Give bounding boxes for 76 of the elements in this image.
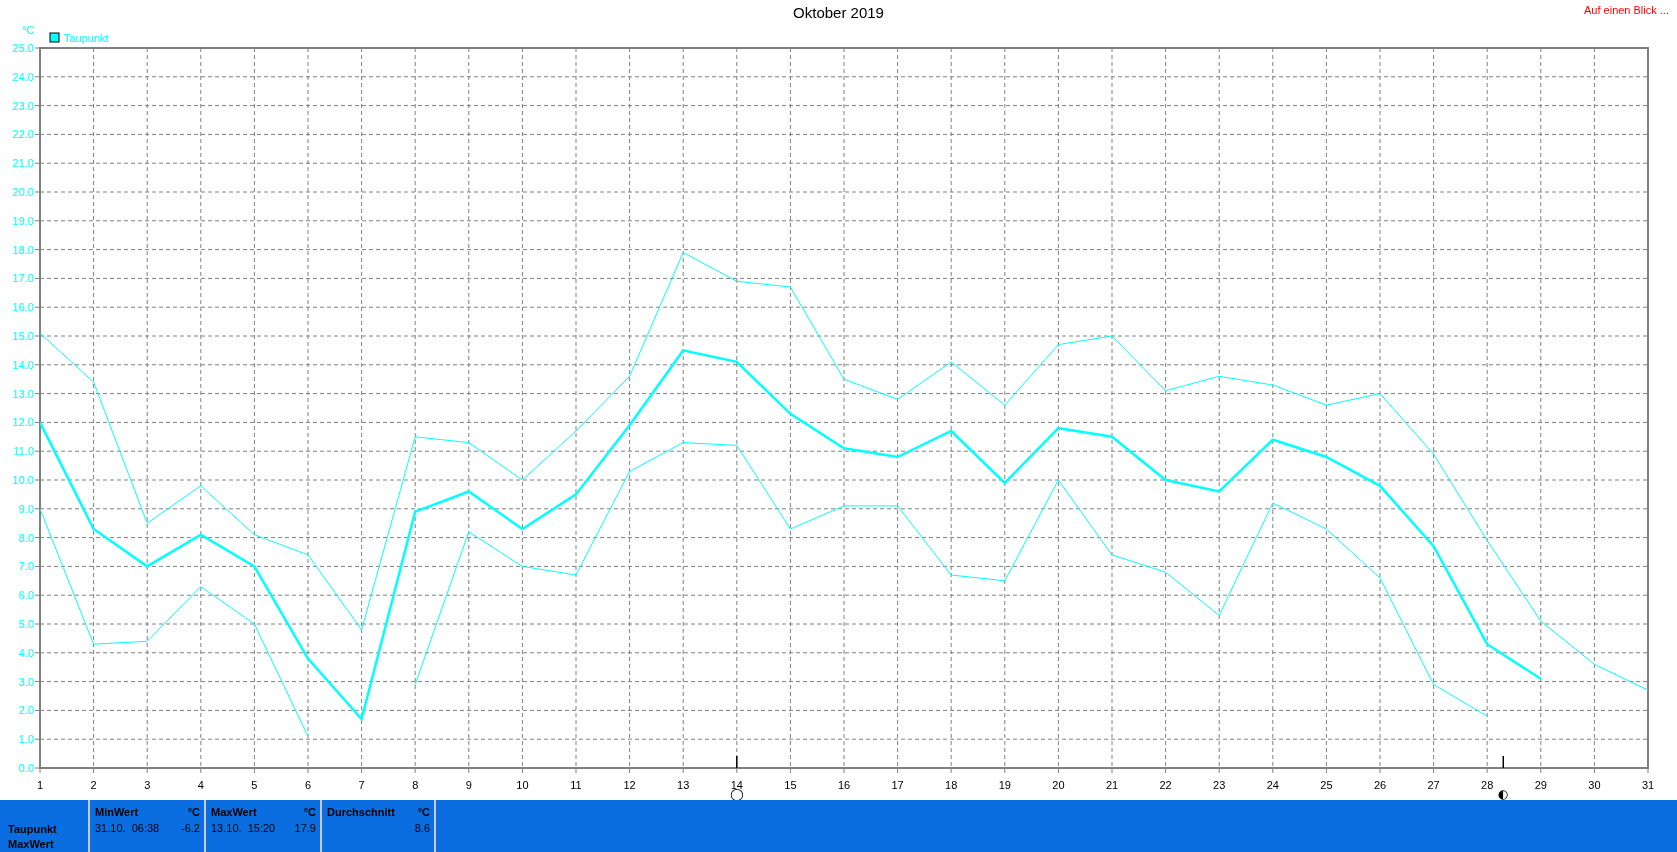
y-tick-label: 0.0 — [18, 762, 34, 774]
timestamp: 13.10. 15:20 — [211, 822, 277, 836]
y-tick-label: 11.0 — [13, 445, 34, 458]
column-heading: MinWert — [95, 806, 140, 820]
x-tick-label: 2 — [90, 779, 97, 791]
y-tick-label: 1.0 — [18, 733, 34, 746]
x-tick-label: 16 — [837, 779, 851, 791]
column-heading: MaxWert — [211, 806, 258, 820]
y-tick-label: 17.0 — [12, 272, 34, 285]
x-tick-label: 21 — [1105, 779, 1119, 791]
x-tick-label: 9 — [465, 779, 472, 791]
y-tick-label: 23.0 — [12, 99, 34, 112]
y-tick-label: 20.0 — [12, 186, 34, 198]
x-tick-label: 15 — [784, 779, 797, 791]
x-tick-label: 22 — [1159, 779, 1172, 791]
y-tick-label: 5.0 — [18, 618, 34, 630]
x-tick-label: 13 — [677, 779, 690, 791]
x-tick-label: 4 — [197, 779, 204, 791]
timestamp: 31.10. 06:38 — [95, 822, 161, 836]
overview-link[interactable]: Auf einen Blick ... — [1584, 4, 1669, 16]
x-tick-label: 27 — [1427, 779, 1440, 791]
y-tick-label: 9.0 — [18, 502, 34, 515]
unit-label: °C — [416, 806, 430, 820]
unit-label: °C — [302, 806, 316, 820]
axis-unit-label: °C — [22, 24, 35, 36]
y-tick-label: 24.0 — [12, 70, 34, 83]
y-tick-label: 16.0 — [12, 301, 34, 314]
x-tick-label: 23 — [1213, 779, 1226, 791]
x-tick-label: 11 — [570, 779, 582, 791]
x-tick-label: 17 — [891, 779, 904, 791]
y-tick-label: 25.0 — [12, 42, 34, 54]
x-tick-label: 12 — [623, 779, 636, 791]
x-tick-label: 3 — [144, 779, 151, 791]
marker-tick — [1502, 755, 1505, 769]
y-tick-label: 4.0 — [18, 646, 34, 659]
chart-title: Oktober 2019 — [793, 3, 884, 21]
y-tick-label: 7.0 — [18, 560, 34, 573]
x-tick-label: 19 — [998, 779, 1011, 791]
y-tick-label: 2.0 — [18, 704, 34, 717]
y-tick-label: 8.0 — [18, 531, 34, 544]
y-tick-label: 18.0 — [12, 243, 34, 256]
x-tick-label: 6 — [304, 779, 312, 791]
x-tick-label: 10 — [516, 779, 529, 791]
summary-value: 17.9 — [294, 822, 316, 836]
x-tick-label: 20 — [1052, 779, 1065, 791]
y-tick-label: 12.0 — [12, 416, 34, 429]
x-tick-label: 28 — [1481, 779, 1494, 791]
moon-phase-icon: ◐ — [1498, 787, 1509, 800]
y-tick-label: 21.0 — [12, 157, 34, 170]
summary-value: 8.6 — [414, 822, 430, 836]
y-tick-label: 6.0 — [18, 589, 34, 602]
summary-value: -6.2 — [181, 822, 200, 836]
row-label: MaxWert — [8, 837, 55, 852]
x-tick-label: 24 — [1266, 779, 1279, 791]
legend-label: Taupunkt — [64, 32, 109, 44]
x-tick-label: 29 — [1534, 779, 1547, 791]
x-tick-label: 30 — [1588, 779, 1601, 791]
y-tick-label: 15.0 — [12, 330, 34, 342]
marker-tick — [736, 755, 738, 769]
x-tick-label: 1 — [36, 779, 44, 791]
row-label: Taupunkt — [8, 822, 58, 837]
y-tick-label: 19.0 — [12, 214, 34, 227]
y-tick-label: 10.0 — [12, 474, 34, 486]
x-tick-label: 18 — [945, 779, 958, 791]
x-tick-label: 7 — [358, 779, 365, 791]
y-tick-label: 14.0 — [12, 358, 34, 371]
column-heading: Durchschnitt — [327, 806, 396, 820]
y-tick-label: 3.0 — [18, 675, 34, 688]
x-tick-label: 5 — [251, 779, 258, 791]
y-tick-label: 13.0 — [12, 387, 34, 400]
unit-label: °C — [186, 806, 200, 820]
x-tick-label: 26 — [1373, 779, 1387, 791]
x-tick-label: 31 — [1641, 779, 1655, 791]
x-tick-label: 25 — [1320, 779, 1333, 791]
x-tick-label: 8 — [412, 779, 419, 791]
y-tick-label: 22.0 — [12, 128, 34, 141]
